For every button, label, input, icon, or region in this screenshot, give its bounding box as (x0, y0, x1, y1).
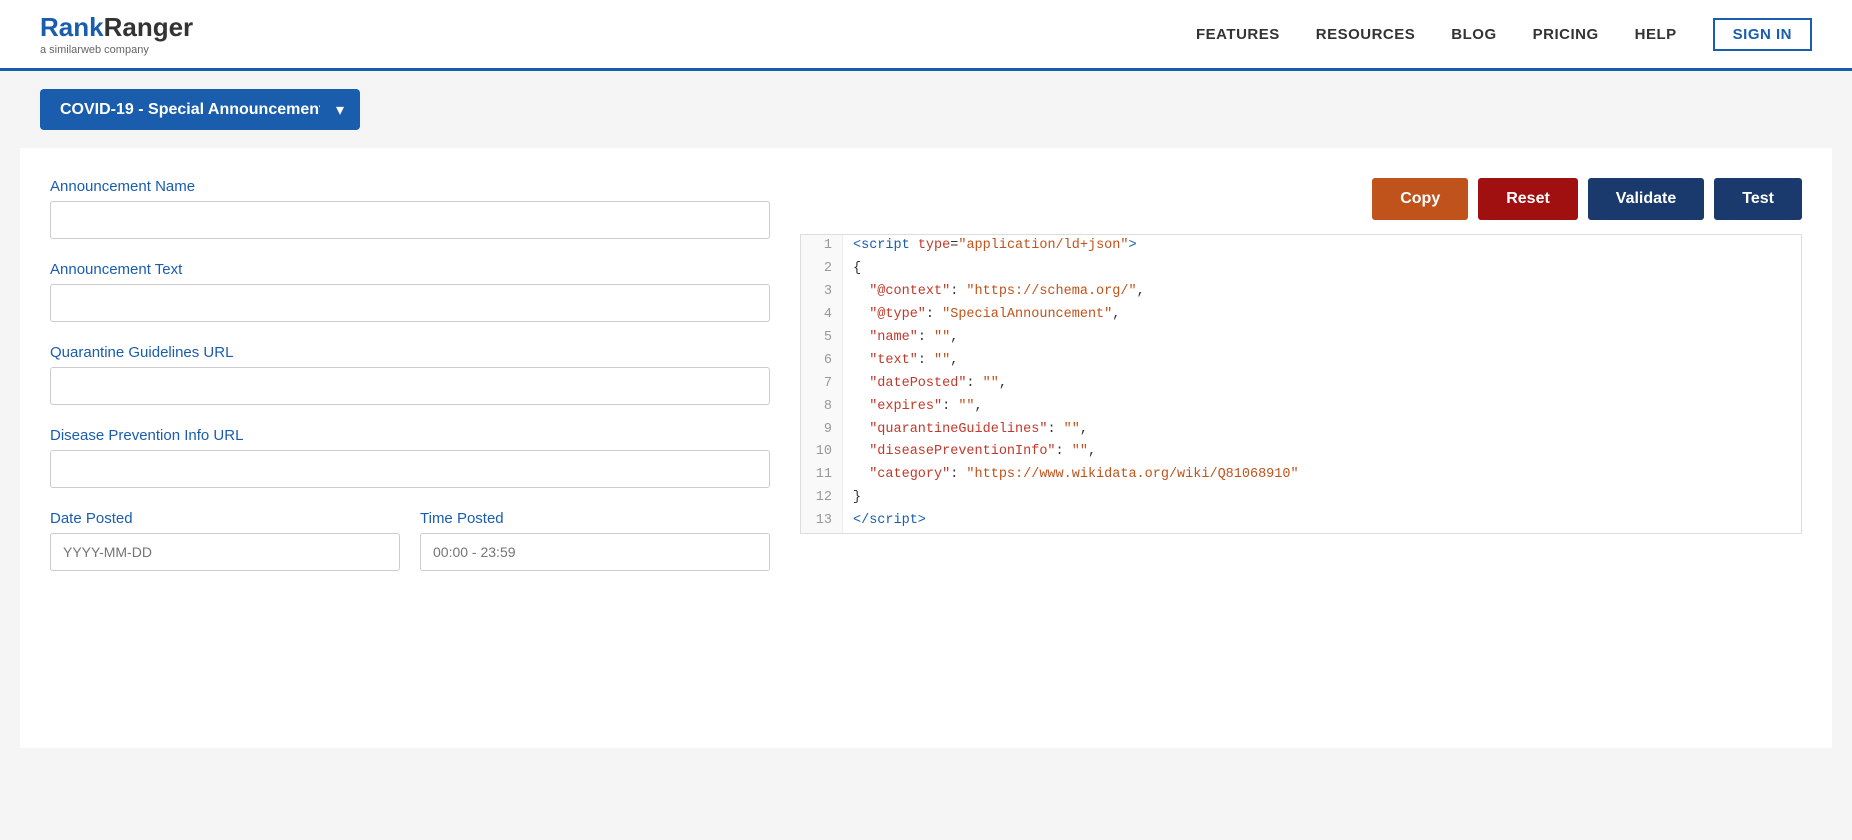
line-content: "@type": "SpecialAnnouncement", (843, 304, 1130, 327)
line-number: 12 (801, 487, 843, 510)
line-content: "datePosted": "", (843, 373, 1017, 396)
validate-button[interactable]: Validate (1588, 178, 1704, 220)
line-number: 11 (801, 464, 843, 487)
line-number: 6 (801, 350, 843, 373)
announcement-name-group: Announcement Name (50, 178, 770, 239)
date-time-row: Date Posted Time Posted (50, 510, 770, 593)
line-number: 13 (801, 510, 843, 533)
code-toolbar: Copy Reset Validate Test (800, 178, 1802, 220)
sign-in-button[interactable]: SIGN IN (1713, 18, 1812, 51)
code-line: 1<script type="application/ld+json"> (801, 235, 1801, 258)
line-content: "@context": "https://schema.org/", (843, 281, 1155, 304)
line-content: <script type="application/ld+json"> (843, 235, 1147, 258)
reset-button[interactable]: Reset (1478, 178, 1578, 220)
code-line: 3 "@context": "https://schema.org/", (801, 281, 1801, 304)
line-content: "diseasePreventionInfo": "", (843, 441, 1106, 464)
copy-button[interactable]: Copy (1372, 178, 1468, 220)
nav-pricing[interactable]: PRICING (1533, 26, 1599, 43)
quarantine-url-input[interactable] (50, 367, 770, 405)
code-line: 10 "diseasePreventionInfo": "", (801, 441, 1801, 464)
nav-help[interactable]: HELP (1635, 26, 1677, 43)
code-line: 5 "name": "", (801, 327, 1801, 350)
line-number: 10 (801, 441, 843, 464)
code-line: 13</script> (801, 510, 1801, 533)
code-line: 11 "category": "https://www.wikidata.org… (801, 464, 1801, 487)
date-posted-input[interactable] (50, 533, 400, 571)
dropdown-bar: COVID-19 - Special Announcement (0, 71, 1852, 148)
quarantine-url-label: Quarantine Guidelines URL (50, 344, 770, 361)
announcement-text-input[interactable] (50, 284, 770, 322)
logo-rank: Rank (40, 12, 104, 42)
line-content: "quarantineGuidelines": "", (843, 419, 1098, 442)
code-line: 12} (801, 487, 1801, 510)
code-section: Copy Reset Validate Test 1<script type="… (800, 178, 1802, 718)
code-line: 9 "quarantineGuidelines": "", (801, 419, 1801, 442)
disease-url-input[interactable] (50, 450, 770, 488)
line-number: 4 (801, 304, 843, 327)
line-content: "text": "", (843, 350, 968, 373)
disease-url-label: Disease Prevention Info URL (50, 427, 770, 444)
line-content: "category": "https://www.wikidata.org/wi… (843, 464, 1309, 487)
line-number: 3 (801, 281, 843, 304)
nav-blog[interactable]: BLOG (1451, 26, 1496, 43)
time-posted-input[interactable] (420, 533, 770, 571)
line-content: { (843, 258, 871, 281)
code-line: 6 "text": "", (801, 350, 1801, 373)
logo-sub: a similarweb company (40, 44, 193, 56)
test-button[interactable]: Test (1714, 178, 1802, 220)
announcement-text-label: Announcement Text (50, 261, 770, 278)
logo-ranger: Ranger (104, 12, 194, 42)
code-line: 2{ (801, 258, 1801, 281)
nav-resources[interactable]: RESOURCES (1316, 26, 1416, 43)
line-content: "name": "", (843, 327, 968, 350)
main-content: Announcement Name Announcement Text Quar… (20, 148, 1832, 748)
disease-url-group: Disease Prevention Info URL (50, 427, 770, 488)
logo-text: RankRanger (40, 12, 193, 43)
schema-type-dropdown[interactable]: COVID-19 - Special Announcement (40, 89, 360, 130)
line-content: "expires": "", (843, 396, 993, 419)
nav-features[interactable]: FEATURES (1196, 26, 1280, 43)
logo: RankRanger a similarweb company (40, 12, 193, 56)
announcement-name-input[interactable] (50, 201, 770, 239)
code-line: 4 "@type": "SpecialAnnouncement", (801, 304, 1801, 327)
line-number: 8 (801, 396, 843, 419)
main-nav: FEATURES RESOURCES BLOG PRICING HELP SIG… (1196, 18, 1812, 51)
time-posted-group: Time Posted (420, 510, 770, 571)
date-posted-group: Date Posted (50, 510, 400, 571)
code-block: 1<script type="application/ld+json">2{3 … (800, 234, 1802, 534)
line-number: 7 (801, 373, 843, 396)
announcement-text-group: Announcement Text (50, 261, 770, 322)
announcement-name-label: Announcement Name (50, 178, 770, 195)
header: RankRanger a similarweb company FEATURES… (0, 0, 1852, 71)
line-number: 5 (801, 327, 843, 350)
schema-type-dropdown-wrapper: COVID-19 - Special Announcement (40, 89, 360, 130)
code-line: 7 "datePosted": "", (801, 373, 1801, 396)
line-number: 1 (801, 235, 843, 258)
date-posted-label: Date Posted (50, 510, 400, 527)
time-posted-label: Time Posted (420, 510, 770, 527)
line-number: 2 (801, 258, 843, 281)
quarantine-url-group: Quarantine Guidelines URL (50, 344, 770, 405)
line-content: } (843, 487, 871, 510)
code-line: 8 "expires": "", (801, 396, 1801, 419)
line-content: </script> (843, 510, 936, 533)
form-section: Announcement Name Announcement Text Quar… (50, 178, 770, 718)
line-number: 9 (801, 419, 843, 442)
